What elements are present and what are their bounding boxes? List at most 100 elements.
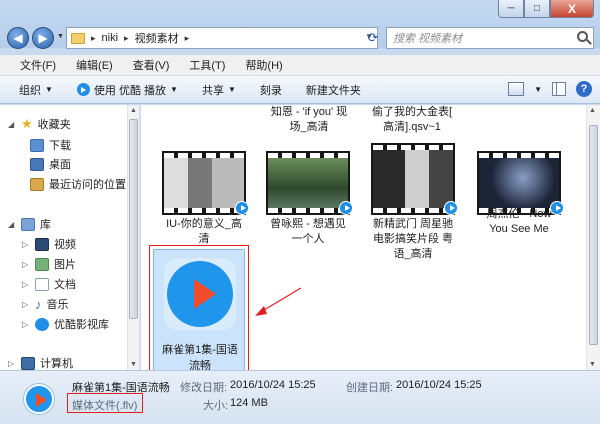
- nav-videos[interactable]: ▷ 视频: [22, 236, 76, 252]
- nav-music[interactable]: ▷ ♪ 音乐: [22, 296, 69, 312]
- music-icon: ♪: [35, 296, 42, 312]
- file-label-line: 语_高清: [393, 248, 433, 260]
- nav-recent[interactable]: 最近访问的位置: [30, 176, 126, 192]
- back-button[interactable]: ◀: [7, 27, 29, 49]
- address-bar[interactable]: ▸ niki ▸ 视频素材 ▸ ▼: [66, 27, 378, 49]
- scroll-up-icon[interactable]: ▲: [589, 107, 596, 114]
- nav-documents[interactable]: ▷ 文档: [22, 276, 76, 292]
- computer-icon: [21, 356, 35, 370]
- search-placeholder: 搜索 视频素材: [393, 33, 463, 45]
- menu-tools[interactable]: 工具(T): [189, 57, 225, 73]
- expand-arrow-icon[interactable]: ▷: [8, 359, 16, 368]
- video-thumbnail[interactable]: [162, 151, 249, 215]
- nav-scrollbar[interactable]: ▲ ▼: [127, 105, 139, 370]
- maximize-button[interactable]: □: [524, 0, 550, 18]
- nav-videos-label: 视频: [54, 239, 76, 251]
- forward-button[interactable]: ▶: [32, 27, 54, 49]
- menu-help[interactable]: 帮助(H): [245, 57, 282, 73]
- file-item-zeng[interactable]: 曾咏熙 - 想遇见 一个人: [260, 217, 356, 247]
- nav-youku-label: 优酷影视库: [54, 319, 109, 331]
- refresh-icon[interactable]: ⟳: [362, 27, 384, 49]
- content-scrollbar[interactable]: ▲ ▼: [586, 105, 600, 370]
- expand-arrow-icon[interactable]: ▷: [22, 300, 30, 309]
- youku-icon: [76, 83, 90, 96]
- new-folder-button[interactable]: 新建文件夹: [306, 82, 361, 98]
- expand-arrow-icon[interactable]: ▷: [22, 240, 30, 249]
- nav-downloads-label: 下载: [49, 140, 71, 152]
- nav-libraries-label: 库: [40, 219, 51, 231]
- command-bar: 组织 ▼ 使用 优酷 播放 ▼ 共享 ▼ 刻录 新建文件夹 ▼ ?: [0, 76, 600, 104]
- title-bar: ─ □ X ◀ ▶ ▼ ▸ niki ▸ 视频素材 ▸ ▼ ⟳ 搜索 视频素材: [0, 0, 600, 49]
- expand-arrow-icon[interactable]: ◢: [8, 220, 16, 229]
- chevron-down-icon: ▼: [227, 85, 236, 94]
- file-list: 知恩 - 'if you' 现 场_高清 偷了我的大金表[ 高清].qsv~1 …: [141, 105, 600, 370]
- details-modified-key: 修改日期:: [180, 382, 228, 394]
- play-with-button[interactable]: 使用 优酷 播放 ▼: [76, 82, 178, 98]
- file-item-jingwumen[interactable]: 新精武门 周星驰 电影搞笑片段 粤 语_高清: [365, 217, 461, 262]
- chevron-down-icon[interactable]: ▼: [534, 85, 542, 94]
- menu-view[interactable]: 查看(V): [133, 57, 170, 73]
- search-input[interactable]: 搜索 视频素材: [386, 27, 594, 49]
- nav-computer[interactable]: ▷ 计算机: [8, 355, 73, 370]
- file-label-line: IU-你的意义_高: [166, 218, 242, 230]
- nav-favorites[interactable]: ◢ ★ 收藏夹: [8, 116, 71, 132]
- expand-arrow-icon[interactable]: ▷: [22, 320, 30, 329]
- recent-pages-dropdown[interactable]: ▼: [57, 33, 64, 40]
- nav-pictures[interactable]: ▷ 图片: [22, 256, 76, 272]
- change-view-icon[interactable]: [508, 82, 525, 96]
- chevron-down-icon: ▼: [45, 85, 53, 94]
- file-item-top-2[interactable]: 偷了我的大金表[ 高清].qsv~1: [364, 105, 460, 135]
- help-icon[interactable]: ?: [576, 81, 592, 97]
- menu-edit[interactable]: 编辑(E): [76, 57, 113, 73]
- annotation-arrow: [255, 287, 302, 316]
- chevron-right-icon: ▸: [124, 32, 129, 43]
- expand-arrow-icon[interactable]: ▷: [22, 280, 30, 289]
- file-item-top-1[interactable]: 知恩 - 'if you' 现 场_高清: [261, 105, 357, 135]
- nav-scroll-thumb[interactable]: [129, 119, 138, 319]
- share-button[interactable]: 共享 ▼: [202, 82, 236, 98]
- nav-pictures-label: 图片: [54, 259, 76, 271]
- nav-youku-library[interactable]: ▷ 优酷影视库: [22, 316, 109, 332]
- desktop-icon: [30, 157, 44, 171]
- breadcrumb-video-folder[interactable]: 视频素材: [135, 30, 179, 46]
- folder-icon: [71, 32, 85, 44]
- scroll-down-icon[interactable]: ▼: [130, 361, 137, 368]
- youku-icon: [35, 317, 49, 331]
- youku-icon: [235, 201, 249, 215]
- scroll-up-icon[interactable]: ▲: [130, 107, 137, 114]
- minimize-button[interactable]: ─: [498, 0, 524, 18]
- nav-desktop[interactable]: 桌面: [30, 156, 71, 172]
- expand-arrow-icon[interactable]: ▷: [22, 260, 30, 269]
- close-button[interactable]: X: [550, 0, 594, 18]
- search-icon[interactable]: [577, 31, 588, 42]
- burn-button[interactable]: 刻录: [260, 82, 282, 98]
- file-item-jay[interactable]: 周杰伦 - Now You See Me: [471, 207, 567, 237]
- details-size-key: 大小:: [203, 400, 229, 412]
- video-thumbnail[interactable]: [266, 151, 353, 215]
- nav-desktop-label: 桌面: [49, 159, 71, 171]
- organize-label: 组织: [19, 84, 41, 97]
- menu-file[interactable]: 文件(F): [20, 57, 56, 73]
- nav-libraries[interactable]: ◢ 库: [8, 216, 51, 232]
- breadcrumb-niki[interactable]: niki: [102, 32, 119, 44]
- details-created-value: 2016/10/24 15:25: [396, 379, 482, 391]
- content-scroll-thumb[interactable]: [589, 125, 598, 345]
- navigation-pane: ◢ ★ 收藏夹 下载 桌面 最近访问的位置 ◢ 库 ▷ 视频 ▷ 图片 ▷ 文档…: [0, 105, 140, 370]
- preview-pane-icon[interactable]: [552, 82, 566, 96]
- video-thumbnail[interactable]: [477, 151, 564, 215]
- video-thumbnail[interactable]: [371, 143, 458, 215]
- youku-file-icon: [24, 384, 54, 414]
- annotation-highlight-box: [67, 393, 143, 413]
- scroll-down-icon[interactable]: ▼: [589, 361, 596, 368]
- organize-button[interactable]: 组织 ▼: [19, 82, 53, 98]
- file-label-line: 偷了我的大金表[: [371, 106, 453, 118]
- youku-icon: [339, 201, 353, 215]
- chevron-right-icon: ▸: [184, 32, 190, 43]
- nav-downloads[interactable]: 下载: [30, 137, 71, 153]
- details-pane: 麻雀第1集-国语流畅 修改日期: 2016/10/24 15:25 创建日期: …: [0, 370, 600, 424]
- window-controls: ─ □ X: [498, 0, 594, 18]
- expand-arrow-icon[interactable]: ◢: [8, 120, 16, 129]
- file-item-iu[interactable]: IU-你的意义_高 清: [156, 217, 252, 247]
- annotation-highlight-box: [149, 245, 249, 370]
- new-folder-label: 新建文件夹: [305, 84, 361, 97]
